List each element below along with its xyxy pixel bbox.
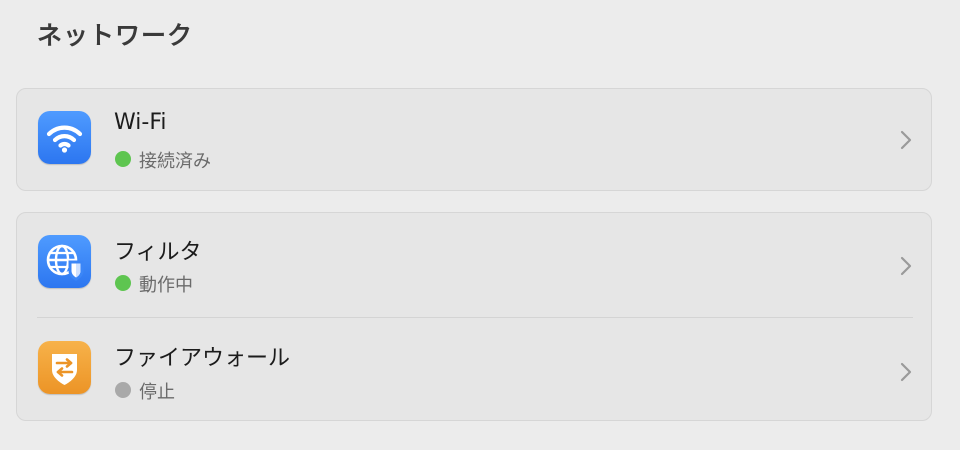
wifi-group: Wi-Fi 接続済み bbox=[16, 88, 932, 191]
filter-row[interactable]: フィルタ 動作中 bbox=[17, 213, 931, 317]
status-dot-icon bbox=[115, 151, 131, 167]
globe-shield-icon bbox=[38, 235, 91, 288]
security-group: フィルタ 動作中 ファイアウォール 停止 bbox=[16, 212, 932, 421]
filter-label: フィルタ bbox=[114, 240, 202, 265]
firewall-label: ファイアウォール bbox=[114, 346, 291, 371]
filter-status-text: 動作中 bbox=[139, 275, 193, 296]
chevron-right-icon bbox=[899, 361, 913, 383]
wifi-icon bbox=[38, 111, 91, 164]
chevron-right-icon bbox=[899, 129, 913, 151]
shield-arrows-icon bbox=[38, 341, 91, 394]
firewall-row[interactable]: ファイアウォール 停止 bbox=[17, 317, 931, 421]
wifi-label: Wi-Fi bbox=[114, 110, 167, 135]
firewall-status-text: 停止 bbox=[139, 382, 175, 403]
wifi-row[interactable]: Wi-Fi 接続済み bbox=[17, 89, 931, 191]
chevron-right-icon bbox=[899, 255, 913, 277]
wifi-status-text: 接続済み bbox=[139, 151, 211, 172]
page-title: ネットワーク bbox=[37, 21, 194, 50]
status-dot-icon bbox=[115, 382, 131, 398]
status-dot-icon bbox=[115, 275, 131, 291]
